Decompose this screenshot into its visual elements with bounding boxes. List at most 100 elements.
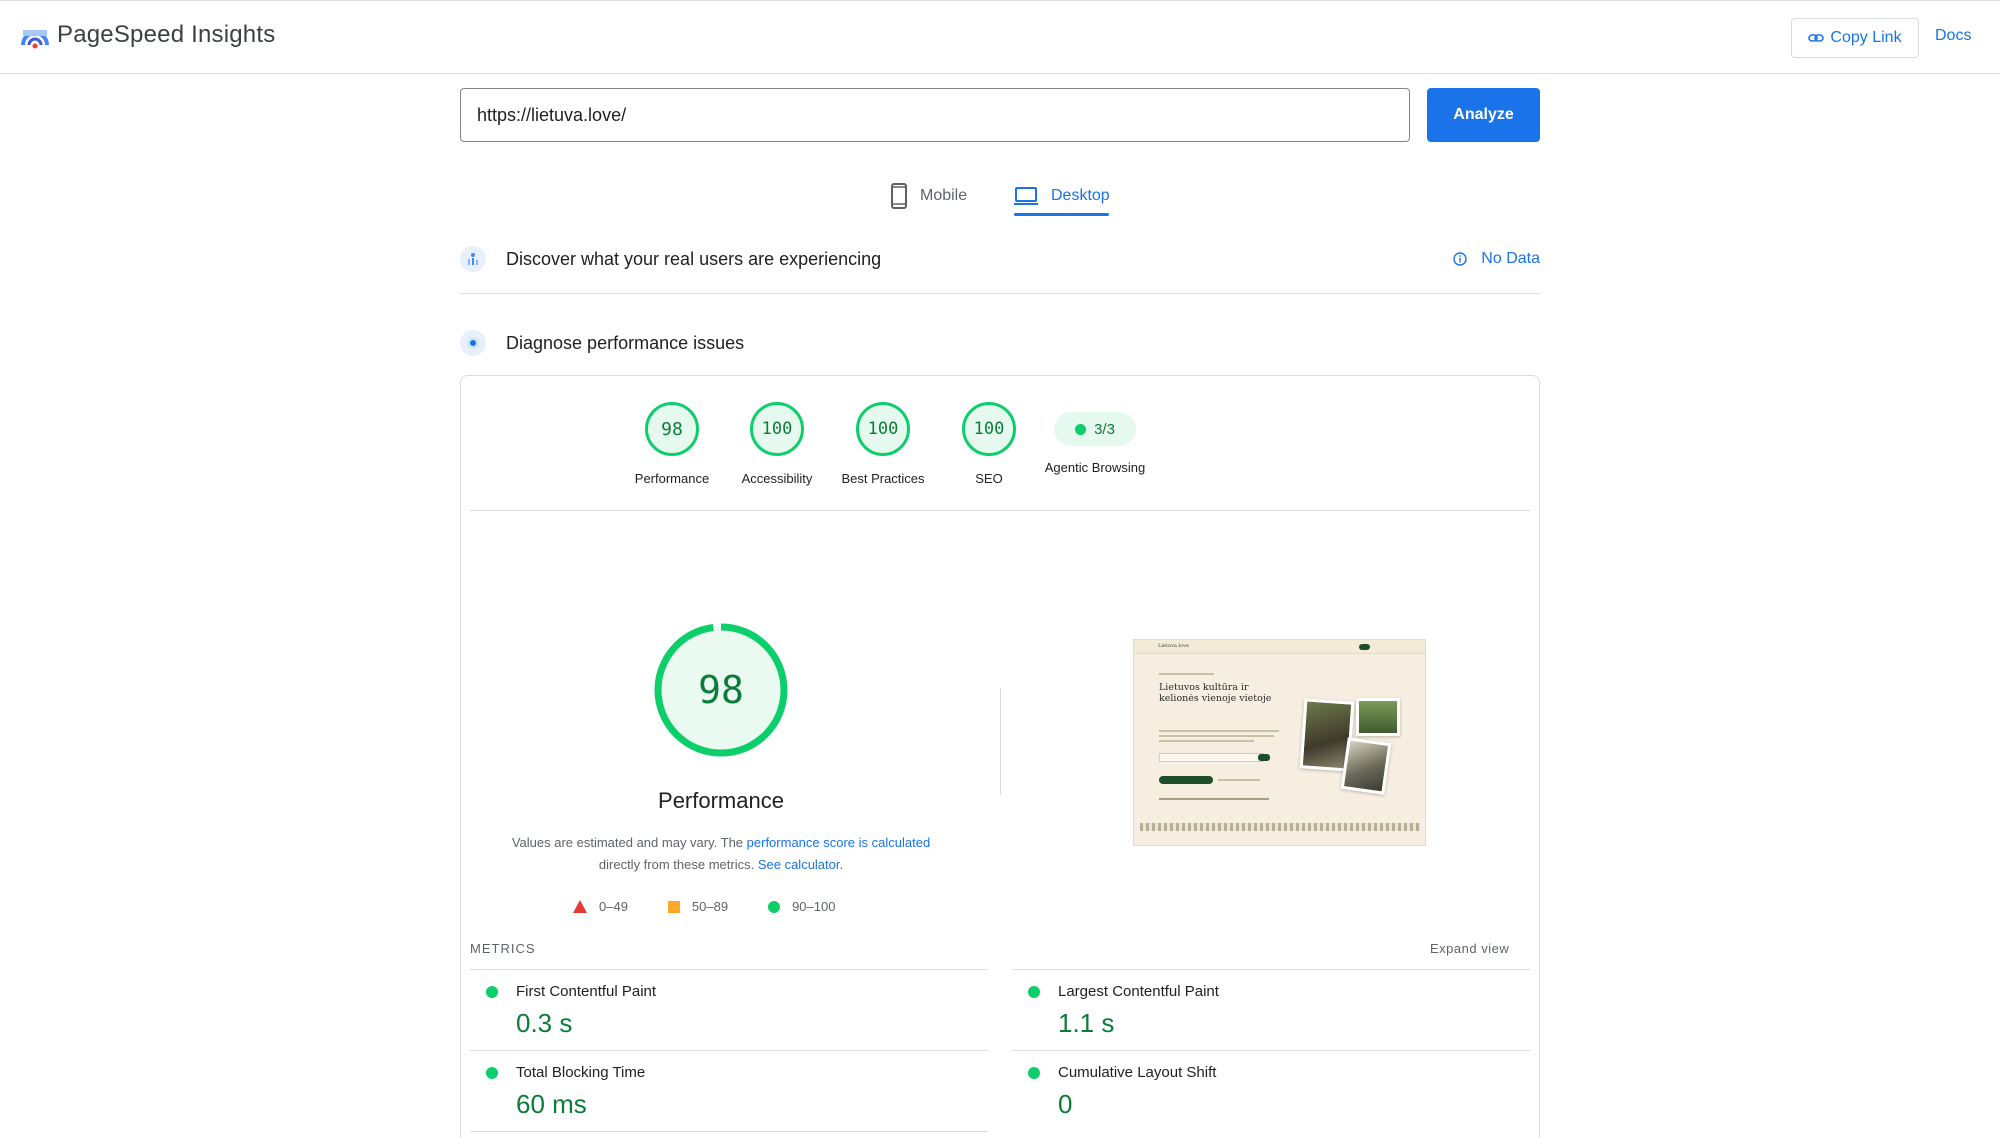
copy-link-button[interactable]: Copy Link (1791, 18, 1919, 58)
gauge-label: Best Practices (841, 471, 925, 486)
screenshot-photo (1356, 698, 1400, 736)
gauge-performance[interactable]: 98 Performance (612, 402, 732, 486)
expand-view-toggle[interactable]: Expand view (1430, 941, 1509, 956)
screenshot-text-line (1218, 779, 1260, 781)
legend-label: 0–49 (599, 899, 628, 914)
metrics-divider (1012, 1050, 1530, 1051)
screenshot-button (1159, 776, 1213, 784)
metric-value: 60 ms (516, 1089, 587, 1119)
screenshot-text-line (1159, 730, 1279, 732)
metrics-divider (470, 1050, 988, 1051)
screenshot-text-line (1159, 673, 1214, 675)
legend-fail: 0–49 (573, 899, 628, 914)
no-data-status[interactable]: No Data (1453, 250, 1540, 268)
performance-big-score: 98 (698, 668, 744, 712)
vertical-divider (1000, 688, 1001, 795)
tab-selected-indicator (1014, 213, 1109, 216)
performance-description: Values are estimated and may vary. The p… (501, 832, 941, 876)
legend-average: 50–89 (667, 899, 729, 914)
fail-triangle-icon (573, 900, 587, 913)
performance-title: Performance (658, 788, 784, 813)
legend-label: 50–89 (691, 899, 729, 914)
agentic-score-pill: 3/3 (1054, 412, 1136, 446)
metric-value: 1.1 s (1058, 1008, 1115, 1038)
gauge-label: SEO (975, 471, 1003, 486)
score-calculated-link[interactable]: performance score is calculated (747, 835, 931, 850)
see-calculator-link[interactable]: See calculator. (758, 857, 843, 872)
tab-desktop[interactable]: Desktop (1013, 176, 1110, 216)
card-divider (470, 510, 1530, 511)
phone-icon (891, 183, 907, 209)
metrics-heading: METRICS (470, 941, 536, 956)
gauge-score: 100 (856, 402, 910, 456)
gauge-score: 98 (645, 402, 699, 456)
metric-name: Largest Contentful Paint (1058, 983, 1219, 1000)
gauge-accessibility[interactable]: 100 Accessibility (717, 402, 837, 486)
users-chart-icon (460, 246, 486, 272)
docs-link[interactable]: Docs (1935, 27, 1971, 45)
metric-name: Cumulative Layout Shift (1058, 1064, 1217, 1081)
app-title[interactable]: PageSpeed Insights (57, 21, 275, 49)
report-card: 98 Performance 100 Accessibility 100 Bes… (460, 375, 1540, 1138)
diagnose-title: Diagnose performance issues (506, 332, 745, 353)
desc-text-1: Values are estimated and may vary. The (511, 835, 747, 850)
screenshot-search-field (1159, 753, 1264, 762)
analyze-button[interactable]: Analyze (1427, 88, 1540, 142)
pass-dot-icon (1075, 423, 1087, 435)
metric-name: First Contentful Paint (516, 983, 657, 1000)
tab-mobile-label: Mobile (920, 187, 968, 204)
real-users-title: Discover what your real users are experi… (506, 248, 882, 269)
metric-value: 0.3 s (516, 1008, 573, 1038)
agentic-score: 3/3 (1094, 420, 1115, 438)
pass-circle-icon (1028, 1066, 1040, 1079)
no-data-label: No Data (1481, 250, 1540, 267)
desc-text-2: directly from these metrics. (598, 857, 758, 872)
screenshot-footer-ornament (1140, 823, 1420, 831)
average-square-icon (667, 900, 680, 913)
real-users-section[interactable]: Discover what your real users are experi… (460, 239, 1540, 279)
info-icon (1453, 252, 1467, 266)
metric-first-contentful-paint: First Contentful Paint 0.3 s (470, 983, 970, 1039)
url-input[interactable]: https://lietuva.love/ (460, 88, 1410, 142)
metrics-divider (470, 969, 988, 970)
link-icon (1808, 34, 1825, 42)
gauge-label: Performance (634, 471, 710, 486)
screenshot-headline: Lietuvos kultūra ir kelionės vienoje vie… (1159, 682, 1272, 704)
screenshot-cta (1359, 644, 1370, 650)
legend-label: 90–100 (792, 899, 836, 914)
screenshot-nav: Lietuva.love (1134, 640, 1425, 654)
gauge-label: Agentic Browsing (1044, 460, 1146, 475)
section-divider (460, 293, 1540, 294)
performance-big-gauge: 98 (654, 623, 788, 757)
pagespeed-logo-icon (21, 30, 49, 49)
gauge-score: 100 (962, 402, 1016, 456)
metric-total-blocking-time: Total Blocking Time 60 ms (470, 1064, 970, 1120)
gauge-best-practices[interactable]: 100 Best Practices (823, 402, 943, 486)
diagnose-section: Diagnose performance issues (460, 323, 1540, 363)
gauge-agentic-browsing[interactable]: 3/3 Agentic Browsing (1035, 402, 1155, 475)
metric-name: Total Blocking Time (516, 1064, 646, 1081)
metric-largest-contentful-paint: Largest Contentful Paint 1.1 s (1012, 983, 1512, 1039)
pass-circle-icon (486, 1066, 498, 1079)
legend-pass: 90–100 (768, 899, 835, 914)
page-screenshot[interactable]: Lietuva.love Lietuvos kultūra ir kelionė… (1133, 639, 1426, 846)
metrics-divider (470, 1131, 988, 1132)
pass-circle-icon (1028, 985, 1040, 998)
metric-cumulative-layout-shift: Cumulative Layout Shift 0 (1012, 1064, 1512, 1120)
tab-mobile[interactable]: Mobile (890, 176, 967, 216)
lighthouse-icon (460, 330, 486, 356)
score-gauges: 98 Performance 100 Accessibility 100 Bes… (461, 376, 1539, 511)
pass-circle-icon (486, 985, 498, 998)
screenshot-site-name: Lietuva.love (1158, 643, 1189, 649)
copy-link-label: Copy Link (1830, 29, 1902, 46)
top-bar: PageSpeed Insights Copy Link Docs (0, 0, 2000, 74)
tab-desktop-label: Desktop (1051, 187, 1110, 204)
gauge-seo[interactable]: 100 SEO (929, 402, 1049, 486)
screenshot-stats (1159, 798, 1269, 800)
gauge-label: Accessibility (741, 471, 813, 486)
gauge-score: 100 (750, 402, 804, 456)
laptop-icon (1014, 187, 1038, 205)
screenshot-text-line (1159, 735, 1274, 737)
pass-circle-icon (768, 900, 781, 913)
score-legend: 0–49 50–89 90–100 (573, 899, 875, 914)
